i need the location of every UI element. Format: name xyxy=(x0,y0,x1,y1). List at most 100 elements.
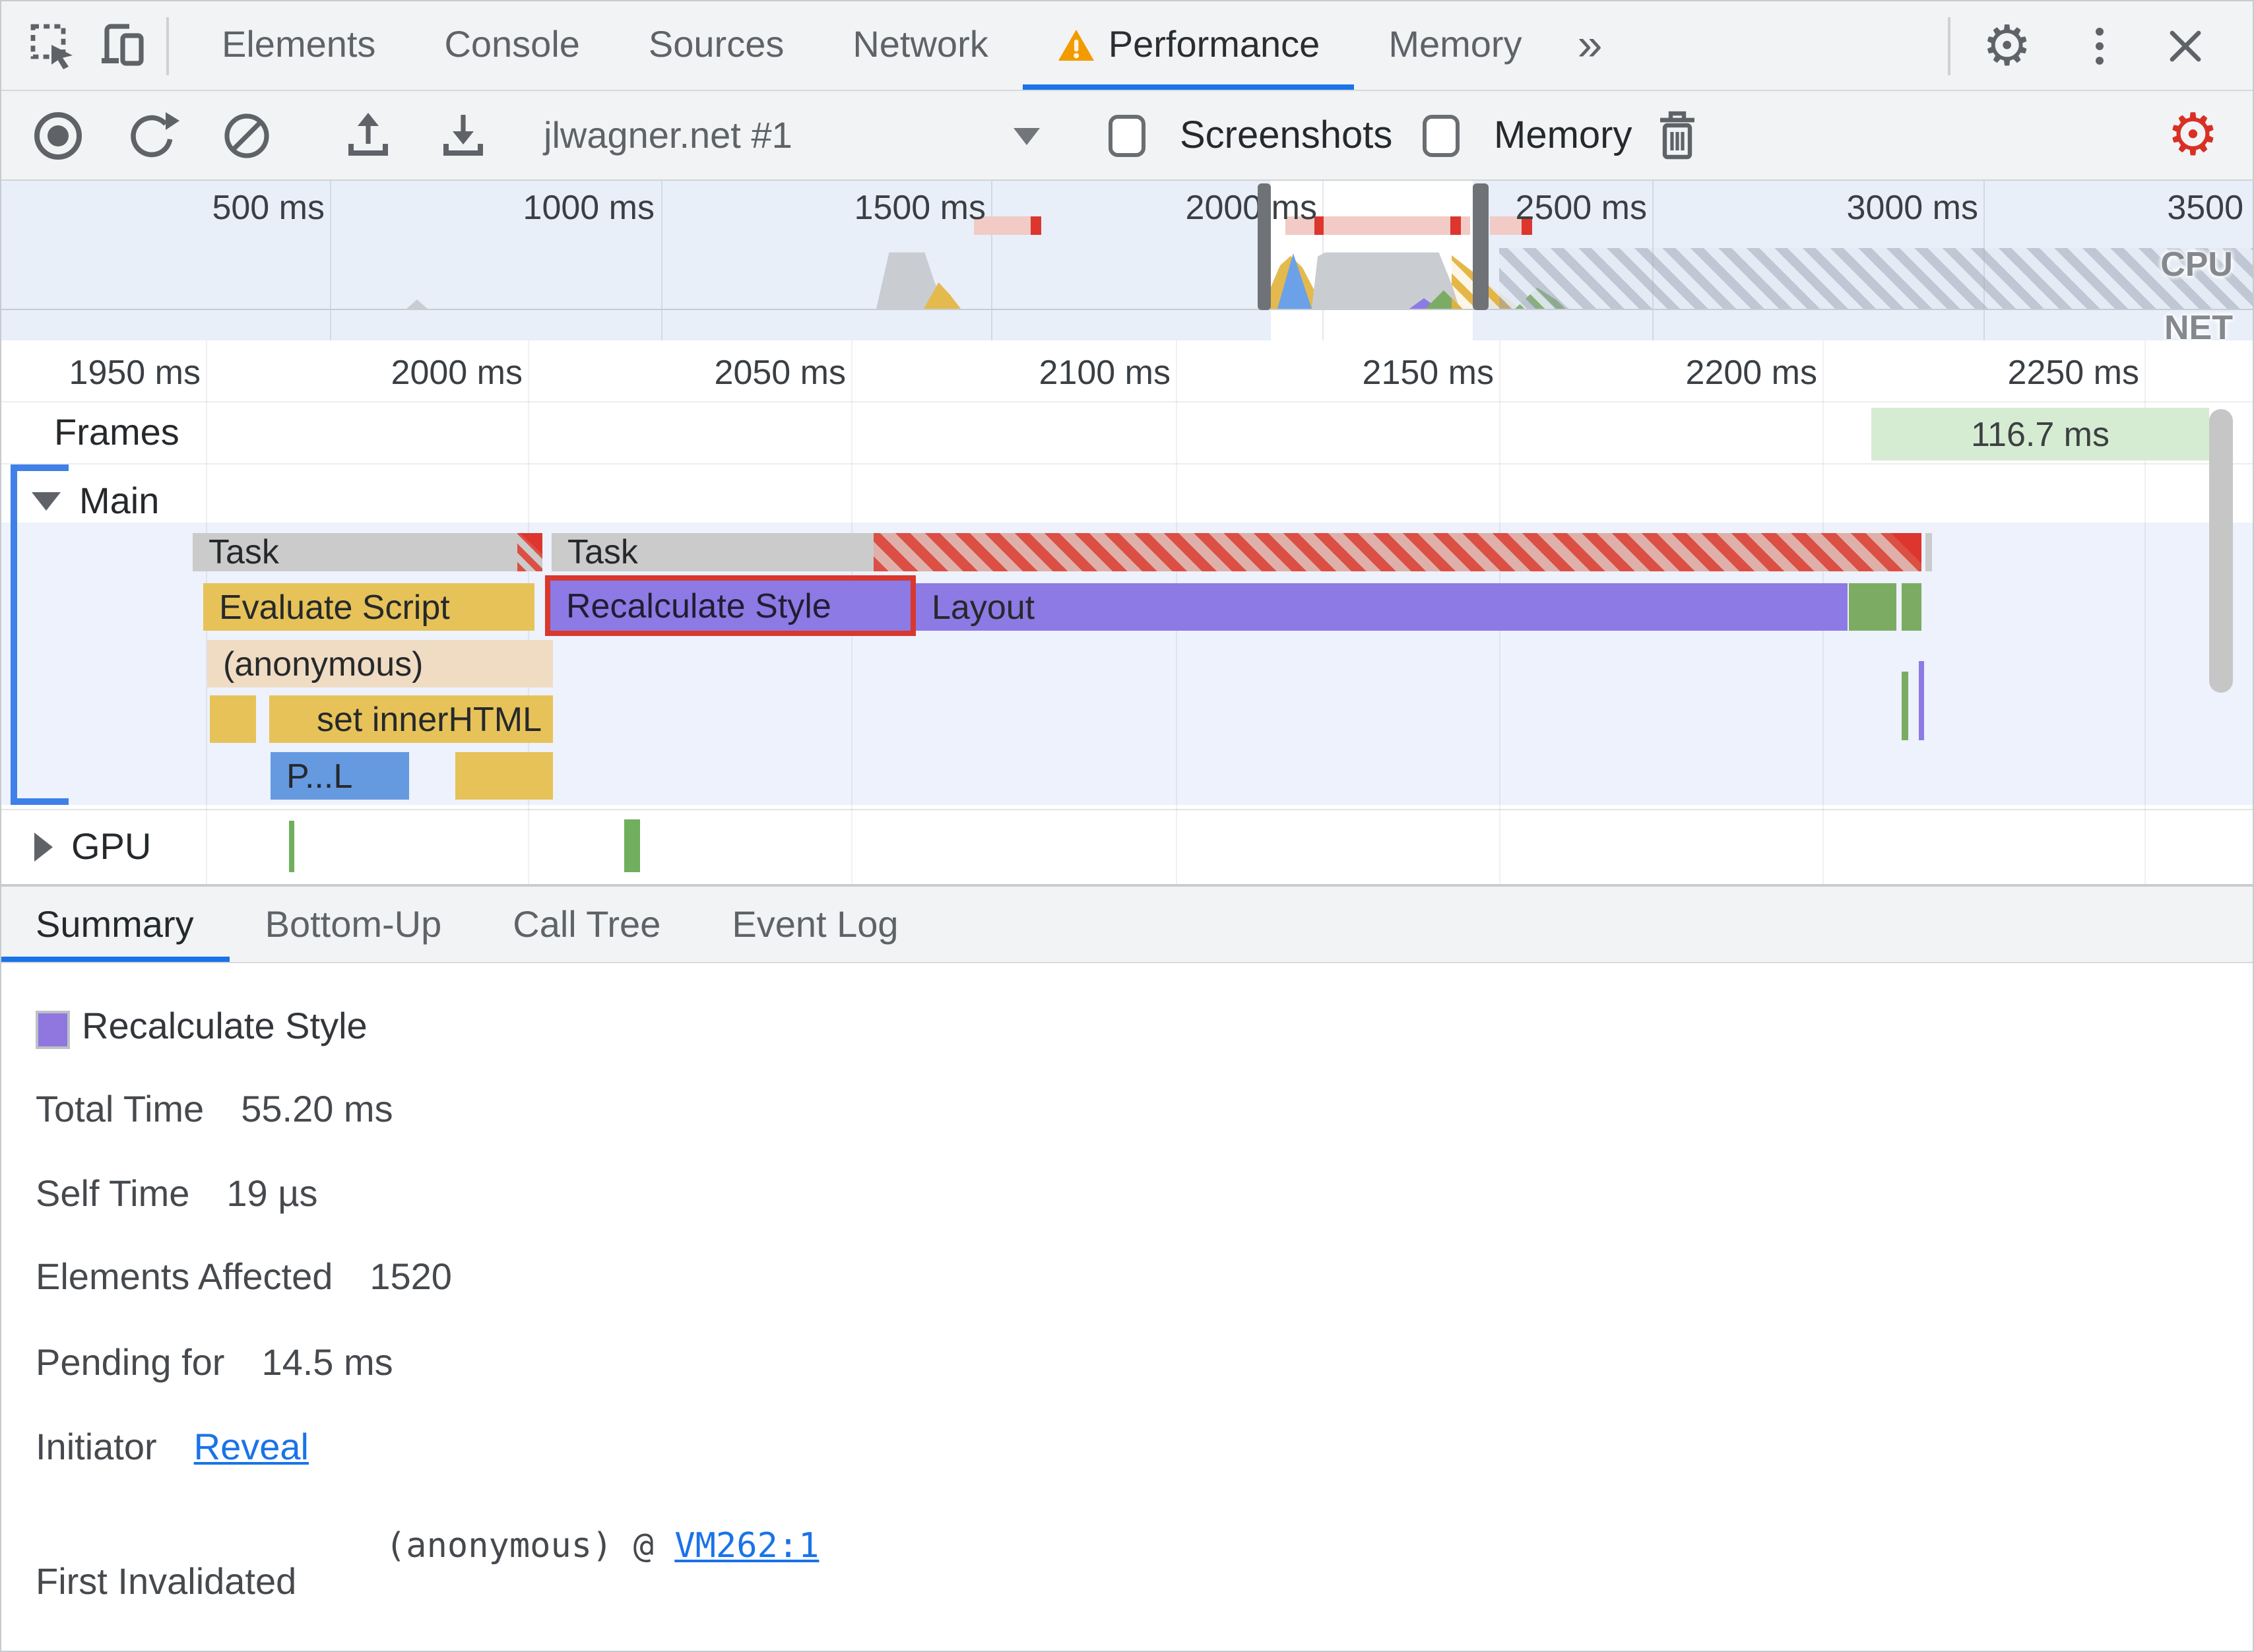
performance-toolbar: jlwagner.net #1 Screenshots Memory ⚙ xyxy=(0,91,2254,253)
tab-network[interactable]: Network xyxy=(818,0,1022,90)
divider xyxy=(166,17,169,75)
tab-memory[interactable]: Memory xyxy=(1354,0,1556,90)
selection-handle-right[interactable] xyxy=(1473,183,1489,310)
upload-icon xyxy=(348,113,388,156)
settings-gear-button[interactable]: ⚙ xyxy=(1982,0,2032,91)
event-bar-anonymous[interactable]: (anonymous) xyxy=(207,640,553,687)
selection-handle-left[interactable] xyxy=(1258,183,1271,310)
frames-track[interactable]: Frames 116.7 ms xyxy=(0,402,2254,464)
kebab-menu-icon xyxy=(2096,27,2104,64)
event-bar-paint[interactable] xyxy=(1849,583,1896,631)
record-button[interactable] xyxy=(34,91,82,181)
more-options-button[interactable] xyxy=(2096,0,2104,91)
event-bar-task[interactable]: Task xyxy=(193,533,542,571)
devtools-performance-panel: Elements Console Sources Network Perform… xyxy=(0,0,2254,1652)
tab-bottom-up[interactable]: Bottom-Up xyxy=(230,887,478,962)
triangle-right-icon xyxy=(34,833,53,862)
history-select[interactable]: jlwagner.net #1 xyxy=(544,91,792,181)
chevron-double-icon: » xyxy=(1577,19,1603,69)
tab-elements[interactable]: Elements xyxy=(187,0,410,90)
triangle-down-icon xyxy=(32,492,61,511)
tab-summary[interactable]: Summary xyxy=(0,887,230,962)
bar-label: Layout xyxy=(932,587,1035,626)
frame-duration-chip[interactable]: 116.7 ms xyxy=(1871,408,2209,461)
gpu-track-header[interactable]: GPU xyxy=(34,826,151,868)
event-sliver-purple[interactable] xyxy=(1919,661,1924,740)
reload-and-record-button[interactable] xyxy=(124,91,179,181)
save-profile-button[interactable] xyxy=(435,91,491,181)
chevron-down-icon xyxy=(1014,127,1040,144)
load-profile-button[interactable] xyxy=(340,91,396,181)
event-bar-task-small[interactable] xyxy=(1925,533,1932,571)
stat-label: Pending for xyxy=(36,1342,225,1383)
ruler-tick: 2200 ms xyxy=(1685,352,1817,392)
memory-checkbox[interactable] xyxy=(1423,91,1460,181)
overview-tick: 3500 xyxy=(2167,187,2243,227)
history-select-arrow[interactable] xyxy=(1014,91,1040,181)
gpu-track: GPU xyxy=(0,809,2254,881)
clear-recording-button[interactable] xyxy=(219,91,274,181)
source-location-link[interactable]: VM262:1 xyxy=(674,1527,819,1566)
gpu-activity-tick xyxy=(289,821,294,872)
overview-tick: 3000 ms xyxy=(1846,187,1978,227)
overview-tick: 500 ms xyxy=(212,187,325,227)
main-track-header[interactable]: Main xyxy=(32,480,159,523)
longtask-mark xyxy=(1450,216,1461,235)
ruler-tick: 1950 ms xyxy=(69,352,201,392)
tab-label: Network xyxy=(853,24,988,65)
flame-chart[interactable]: 1950 ms 2000 ms 2050 ms 2100 ms 2150 ms … xyxy=(0,340,2254,887)
more-tabs-button[interactable]: » xyxy=(1557,0,1624,90)
overview-tick: 2000 ms xyxy=(1185,187,1317,227)
event-bar-parse-html[interactable]: P...L xyxy=(271,752,409,800)
frame-duration: 116.7 ms xyxy=(1970,414,2109,453)
event-bar-longtask[interactable] xyxy=(874,533,1921,571)
frames-track-label: Frames xyxy=(54,412,179,453)
stack-trace-line: (anonymous) @ VM262:1 xyxy=(385,1523,819,1570)
bar-label: Task xyxy=(567,533,638,571)
stat-elements-affected: Elements Affected 1520 xyxy=(36,1254,452,1301)
tab-sources[interactable]: Sources xyxy=(614,0,818,90)
net-label: NET xyxy=(2164,307,2233,342)
inspect-element-icon[interactable] xyxy=(24,0,82,91)
summary-title: Recalculate Style xyxy=(82,1005,368,1046)
stat-label: Self Time xyxy=(36,1173,190,1214)
tab-event-log[interactable]: Event Log xyxy=(696,887,934,962)
ruler-tick: 2150 ms xyxy=(1362,352,1494,392)
event-bar-task[interactable]: Task xyxy=(552,533,874,571)
checkbox-icon xyxy=(1423,115,1460,157)
device-toolbar-icon[interactable] xyxy=(92,0,153,91)
stat-value: 19 µs xyxy=(226,1173,318,1214)
event-bar-script-small[interactable] xyxy=(455,752,553,800)
details-tabbar: Summary Bottom-Up Call Tree Event Log xyxy=(0,887,2254,963)
memory-label[interactable]: Memory xyxy=(1475,91,1632,181)
capture-settings-button[interactable]: ⚙ xyxy=(2167,91,2219,181)
event-bar-paint[interactable] xyxy=(1902,583,1921,631)
event-bar-layout[interactable]: Layout xyxy=(916,583,1848,631)
bar-label: P...L xyxy=(286,755,353,795)
cpu-label: CPU xyxy=(2160,244,2233,284)
reveal-link[interactable]: Reveal xyxy=(194,1426,309,1467)
gridline xyxy=(661,181,662,340)
label: Screenshots xyxy=(1180,114,1393,156)
screenshots-label[interactable]: Screenshots xyxy=(1161,91,1392,181)
close-devtools-button[interactable] xyxy=(2162,0,2209,91)
tab-label: Sources xyxy=(648,24,785,65)
net-divider xyxy=(0,309,2254,310)
event-bar-evaluate-script[interactable]: Evaluate Script xyxy=(203,583,534,631)
event-sliver-green[interactable] xyxy=(1902,672,1908,740)
vertical-scrollbar[interactable] xyxy=(2209,409,2233,693)
overview-tick: 1000 ms xyxy=(523,187,655,227)
gc-button[interactable] xyxy=(1652,91,1702,181)
tab-call-tree[interactable]: Call Tree xyxy=(477,887,696,962)
devtools-tabbar: Elements Console Sources Network Perform… xyxy=(0,0,2254,91)
tab-console[interactable]: Console xyxy=(410,0,614,90)
trash-icon xyxy=(1660,111,1694,160)
screenshots-checkbox[interactable] xyxy=(1109,91,1145,181)
bar-label: set innerHTML xyxy=(317,699,542,738)
event-bar-recalculate-style-selected[interactable]: Recalculate Style xyxy=(545,575,916,636)
tab-performance[interactable]: Performance xyxy=(1023,0,1355,90)
timeline-overview[interactable]: 500 ms 1000 ms 1500 ms 2000 ms 2500 ms 3… xyxy=(0,181,2254,342)
tab-label: Elements xyxy=(222,24,376,65)
event-bar-script-small[interactable] xyxy=(210,695,256,743)
event-bar-set-innerhtml[interactable]: set innerHTML xyxy=(269,695,553,743)
